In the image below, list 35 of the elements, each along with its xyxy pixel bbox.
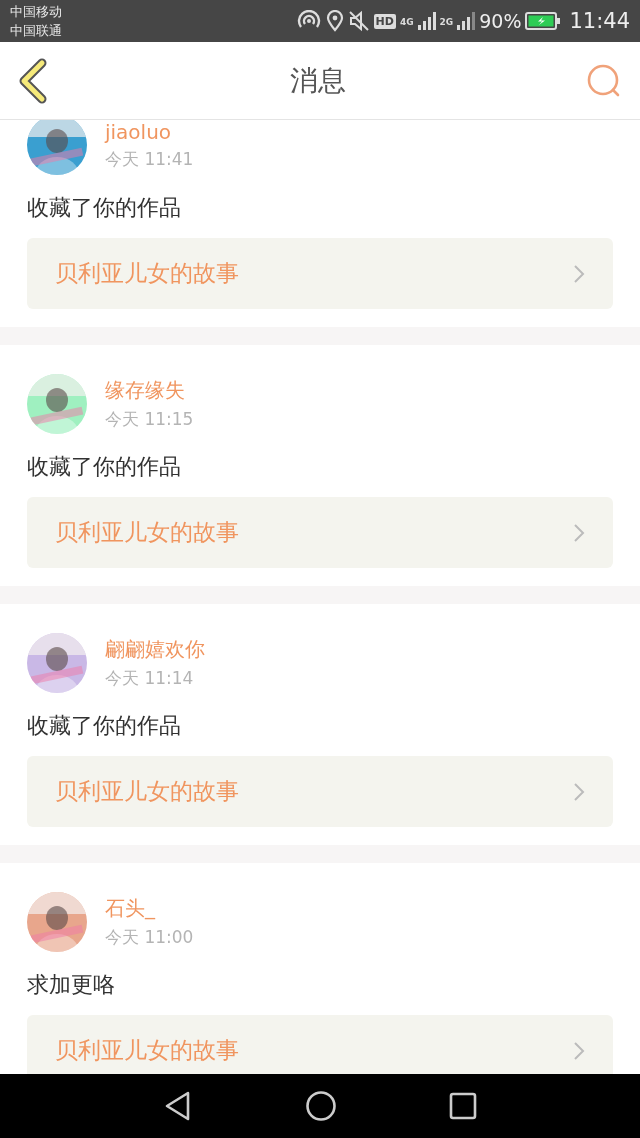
recent-apps-icon[interactable]: [449, 1092, 477, 1120]
chevron-icon: [573, 263, 585, 284]
work-link[interactable]: 贝利亚儿女的故事: [27, 497, 613, 568]
user-name[interactable]: 石头_: [105, 895, 194, 922]
battery-percent: 90%: [479, 10, 522, 32]
carrier-name: 中国联通: [10, 22, 62, 40]
user-name[interactable]: 翩翩嬉欢你: [105, 636, 205, 663]
page-title: 消息: [290, 62, 346, 99]
mute-icon: [347, 10, 370, 32]
battery-icon: [525, 11, 562, 31]
chevron-icon: [573, 781, 585, 802]
timestamp: 今天 11:41: [105, 147, 194, 171]
chevron-icon: [573, 522, 585, 543]
signal-icon: [457, 11, 476, 31]
message-text: 收藏了你的作品: [27, 712, 182, 740]
timestamp: 今天 11:00: [105, 926, 194, 949]
clock: 11:44: [569, 9, 630, 33]
message-text: 收藏了你的作品: [27, 194, 182, 222]
work-link[interactable]: 贝利亚儿女的故事: [27, 238, 613, 309]
message-text: 收藏了你的作品: [27, 453, 182, 481]
user-name[interactable]: 缘存缘失: [105, 377, 194, 404]
network-label: 4G: [399, 17, 414, 27]
timestamp: 今天 11:15: [105, 408, 194, 431]
signal-icon: [417, 11, 436, 31]
home-icon[interactable]: [305, 1090, 337, 1122]
user-name[interactable]: jiaoluo: [105, 120, 194, 144]
timestamp: 今天 11:14: [105, 667, 195, 690]
location-icon: [325, 10, 344, 32]
carrier-name: 中国移动: [10, 3, 62, 21]
message-text: 求加更咯: [27, 971, 116, 999]
chevron-icon: [573, 1040, 585, 1061]
work-link[interactable]: 贝利亚儿女的故事: [27, 1015, 613, 1074]
network-label: 2G: [439, 17, 454, 27]
hd-badge: HD: [373, 13, 396, 29]
work-link[interactable]: 贝利亚儿女的故事: [27, 756, 613, 827]
